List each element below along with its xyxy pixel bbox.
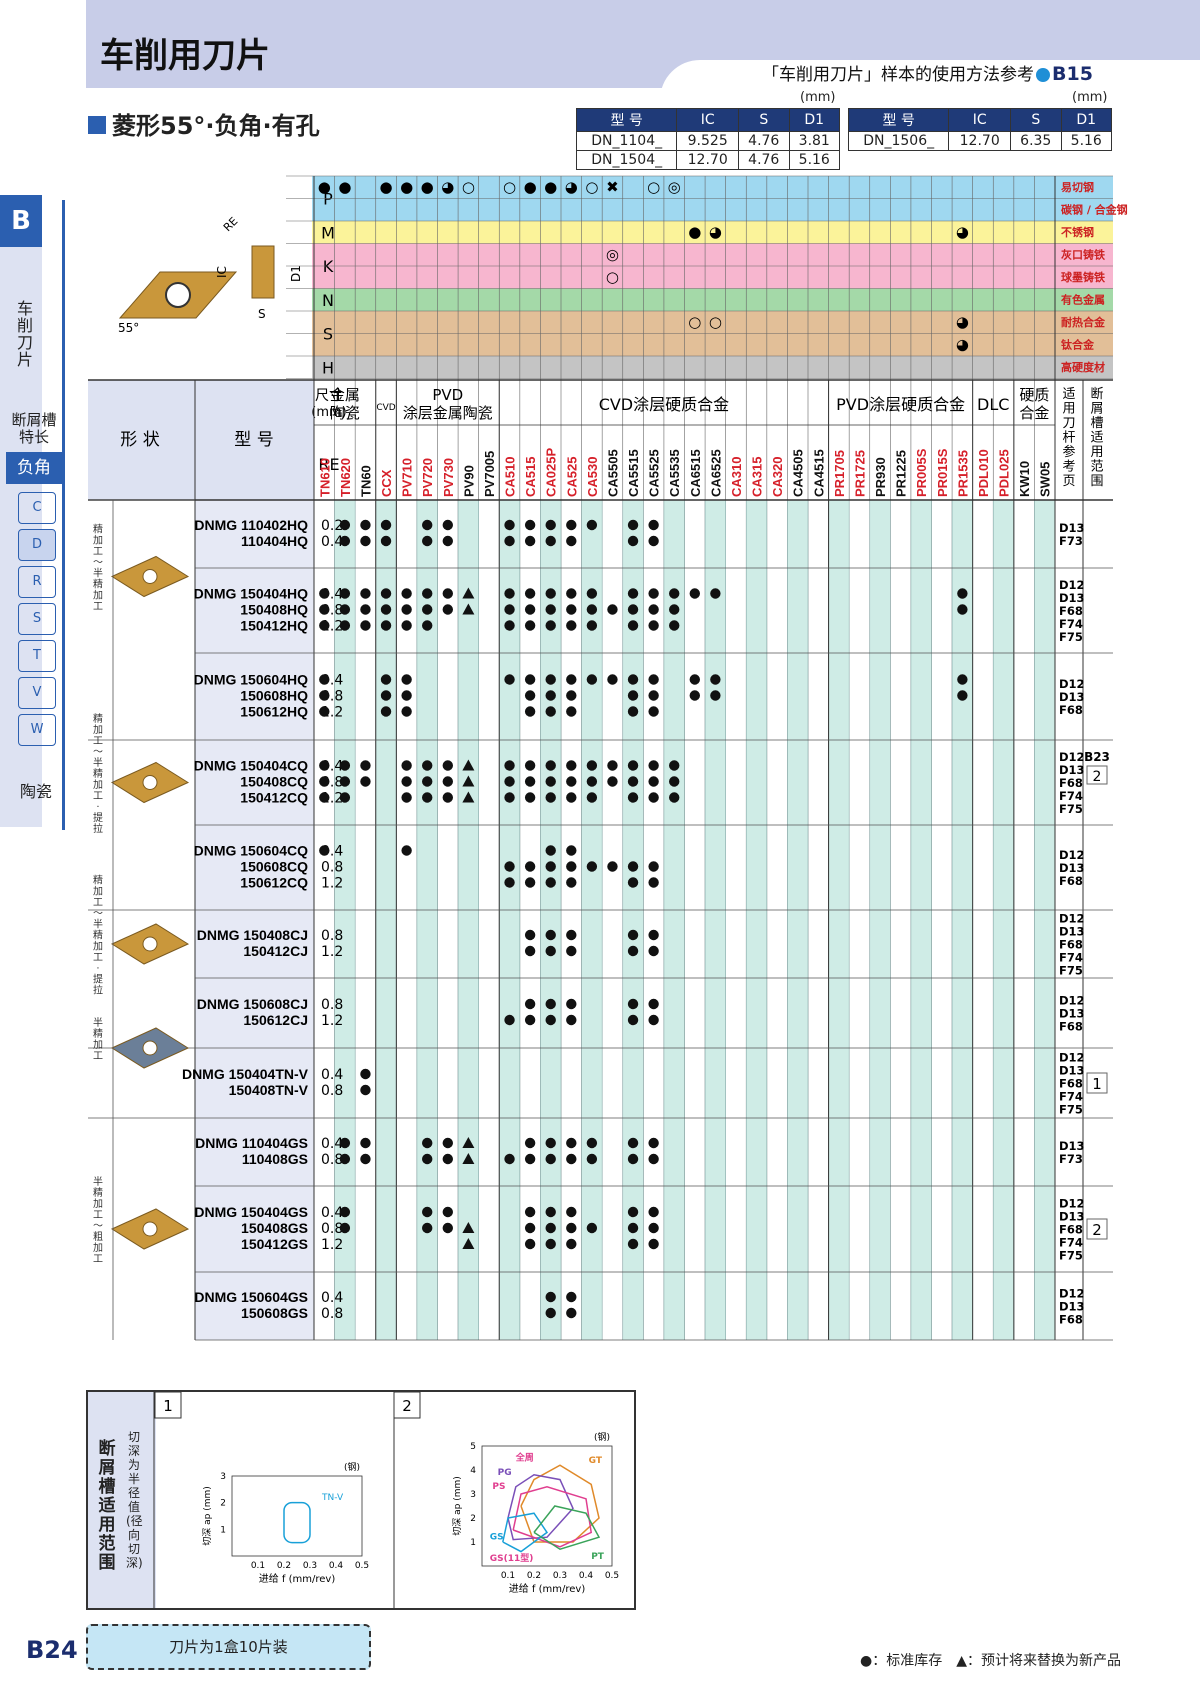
y-tick: 2 (220, 1499, 226, 1509)
region-label: PS (492, 1482, 505, 1492)
region-label: PG (498, 1468, 512, 1478)
catalog-page: 车削用刀片 「车削用刀片」样本的使用方法参考 B15 菱形55°·负角·有孔 (m… (0, 0, 1200, 1697)
x-tick: 0.5 (355, 1561, 369, 1571)
region-label: PT (591, 1552, 605, 1562)
packing-note: 刀片为1盒10片装 (86, 1624, 371, 1670)
region-label: GS (490, 1533, 504, 1543)
y-label: 切深 ap (mm) (202, 1486, 213, 1546)
chart-frame (231, 1475, 363, 1557)
x-tick: 0.3 (553, 1571, 567, 1581)
region-label: GS(11型) (490, 1552, 534, 1564)
x-tick: 0.5 (605, 1571, 619, 1581)
y-tick: 3 (470, 1490, 476, 1500)
y-tick: 1 (220, 1525, 226, 1535)
y-tick: 1 (470, 1538, 476, 1548)
tn-v-label: TN-V (321, 1493, 344, 1503)
y-tick: 3 (220, 1472, 226, 1482)
y-label: 切深 ap (mm) (452, 1476, 463, 1536)
x-label: 进给 f (mm/rev) (259, 1572, 336, 1585)
chipbreaker-charts: 1 2 0.1 0.2 0.3 0.4 0.5 1 2 3 进给 f (mm/rev) 切深 ap (… (153, 1391, 619, 1608)
x-tick: 0.2 (277, 1561, 291, 1571)
page-number: B24 (26, 1636, 78, 1664)
x-tick: 0.1 (251, 1561, 265, 1571)
y-tick: 2 (470, 1514, 476, 1524)
x-tick: 0.4 (329, 1561, 344, 1571)
x-tick: 0.4 (579, 1571, 594, 1581)
chart-num: 1 (163, 1397, 173, 1415)
unit-label: (钢) (344, 1461, 360, 1473)
chart-num: 2 (402, 1397, 412, 1415)
legend: ●：标准库存 ▲：预计将来替换为新产品 (860, 1653, 1121, 1669)
x-tick: 0.2 (527, 1571, 541, 1581)
x-tick: 0.1 (501, 1571, 515, 1581)
tn-v-region (283, 1501, 311, 1544)
y-tick: 4 (470, 1466, 476, 1476)
x-tick: 0.3 (303, 1561, 317, 1571)
region-label: 全周 (515, 1451, 534, 1463)
unit-label: (钢) (594, 1431, 610, 1443)
x-label: 进给 f (mm/rev) (509, 1582, 586, 1595)
region-label: GT (589, 1456, 603, 1466)
y-tick: 5 (470, 1442, 476, 1452)
